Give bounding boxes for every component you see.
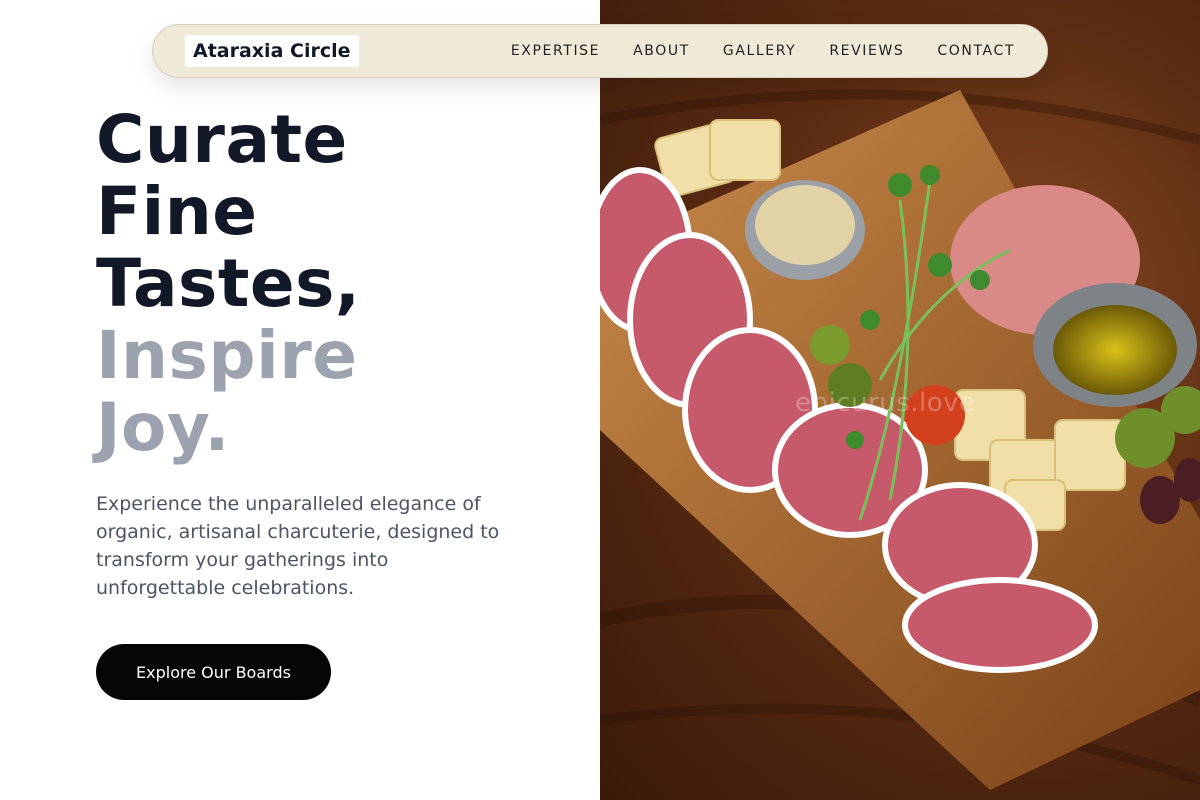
nav-link-about[interactable]: ABOUT xyxy=(633,43,690,59)
explore-boards-button[interactable]: Explore Our Boards xyxy=(96,644,331,700)
hero-description: Experience the unparalleled elegance of … xyxy=(96,493,500,599)
headline-line-accent: Inspire xyxy=(96,317,358,394)
nav-link-gallery[interactable]: GALLERY xyxy=(723,43,796,59)
nav-links: EXPERTISE ABOUT GALLERY REVIEWS CONTACT xyxy=(511,43,1015,59)
hero-image-charcuterie-board: epicurus.love xyxy=(600,0,1200,800)
nav-link-reviews[interactable]: REVIEWS xyxy=(829,43,904,59)
headline-line-accent: Joy. xyxy=(96,389,230,466)
nav-link-expertise[interactable]: EXPERTISE xyxy=(511,43,600,59)
image-watermark: epicurus.love xyxy=(795,388,976,418)
nav-link-contact[interactable]: CONTACT xyxy=(937,43,1015,59)
hero-headline: Curate Fine Tastes, Inspire Joy. xyxy=(96,104,566,464)
top-navbar: Ataraxia Circle EXPERTISE ABOUT GALLERY … xyxy=(152,24,1048,78)
headline-line: Curate xyxy=(96,101,348,178)
hero-section: Curate Fine Tastes, Inspire Joy. Experie… xyxy=(96,104,566,700)
headline-line: Tastes, xyxy=(96,245,361,322)
brand-logo[interactable]: Ataraxia Circle xyxy=(185,35,359,67)
headline-line: Fine xyxy=(96,173,258,250)
